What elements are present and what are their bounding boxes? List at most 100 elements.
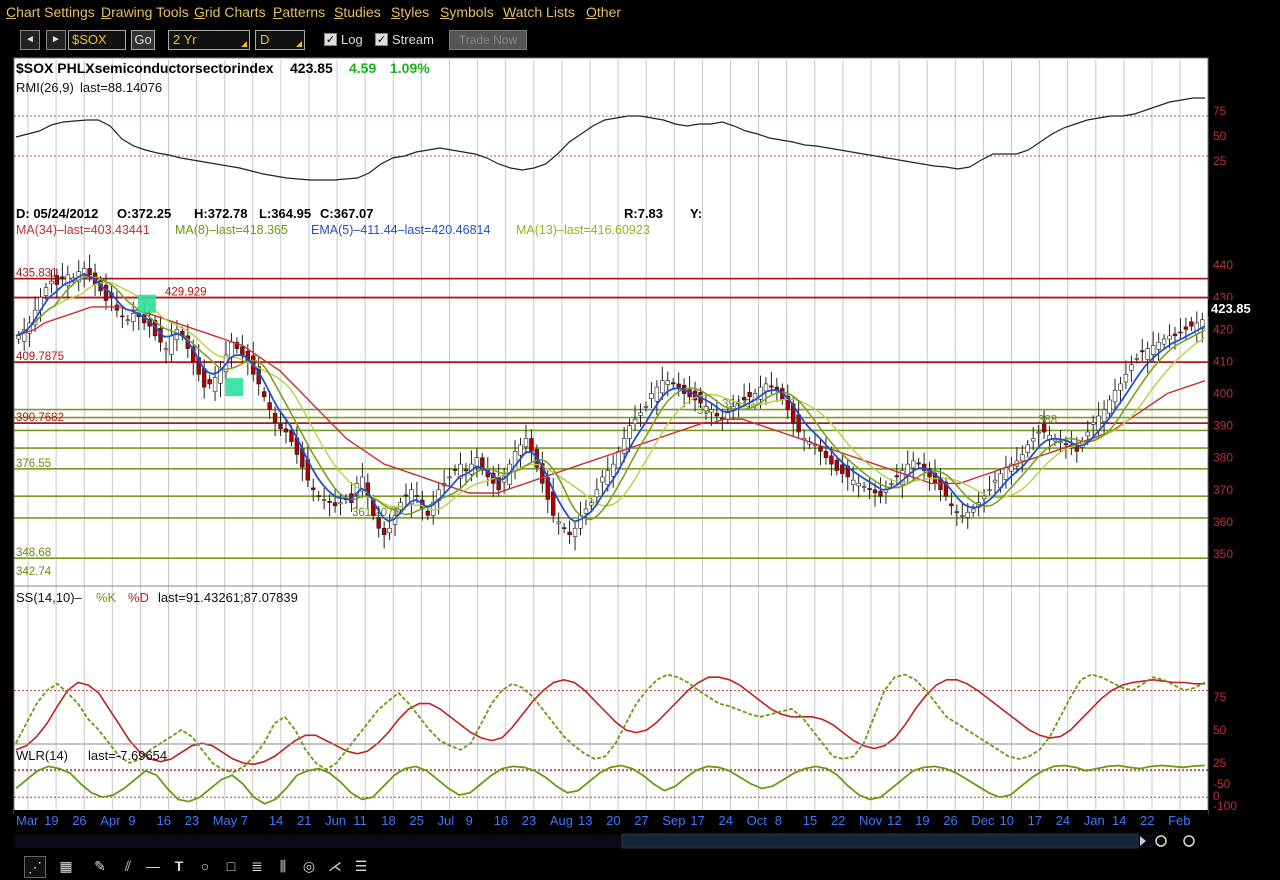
chart-area[interactable]: $SOX PHLXsemiconductorsectorindex 423.85… xyxy=(0,54,1280,850)
log-checkbox[interactable]: ✓ xyxy=(324,33,337,46)
x-tick-label: 26 xyxy=(943,813,957,828)
wlr-last: last=-7.69654 xyxy=(88,748,167,763)
d-legend: %D xyxy=(128,590,149,605)
candle-body xyxy=(709,409,714,413)
x-tick-label: 26 xyxy=(72,813,86,828)
list-tool-icon[interactable]: ☰ xyxy=(351,856,371,876)
x-tick-label: 22 xyxy=(1140,813,1154,828)
candle-body xyxy=(1112,390,1118,403)
channel-tool-icon[interactable]: ⫼ xyxy=(273,856,293,876)
candle-body xyxy=(660,380,665,394)
x-tick-label: 15 xyxy=(803,813,817,828)
trade-now-button[interactable]: Trade Now xyxy=(449,30,527,50)
text-tool-icon[interactable]: T xyxy=(169,856,189,876)
candle-body xyxy=(1107,399,1112,414)
candle-body xyxy=(829,455,834,465)
level-label: 348.68 xyxy=(16,547,51,559)
candle-body xyxy=(1178,331,1183,334)
candle-body xyxy=(643,406,649,408)
x-tick-label: 19 xyxy=(44,813,58,828)
candle-body xyxy=(201,368,207,388)
candle-body xyxy=(818,446,823,452)
candle-body xyxy=(970,508,976,513)
candle-body xyxy=(703,406,709,412)
candle-body xyxy=(131,313,136,322)
candle-body xyxy=(1030,438,1036,442)
rect-tool-icon[interactable]: □ xyxy=(221,856,241,876)
menu-symbols[interactable]: Symbols xyxy=(440,4,494,20)
candle-body xyxy=(1161,338,1167,345)
ma34-legend: MA(34)–last=403.43441 xyxy=(16,223,150,237)
candle-body xyxy=(425,510,430,516)
candle-body xyxy=(529,438,534,452)
candle-body xyxy=(1129,364,1134,371)
pencil-tool-icon[interactable]: ✎ xyxy=(90,856,110,876)
candle-body xyxy=(1156,341,1161,350)
menu-grid-charts[interactable]: Grid Charts xyxy=(194,4,266,20)
candle-body xyxy=(1189,321,1194,327)
symbol-title: $SOX PHLXsemiconductorsectorindex xyxy=(16,60,274,76)
price-change: 4.59 xyxy=(349,60,376,76)
candle-body xyxy=(229,341,234,358)
candle-body xyxy=(1063,443,1069,446)
candle-body xyxy=(311,487,316,491)
ema5-legend: EMA(5)–411.44–last=420.46814 xyxy=(311,223,490,237)
ss-tick-label: 25 xyxy=(1213,756,1227,770)
x-tick-label: 7 xyxy=(241,813,248,828)
scrollbar-thumb[interactable] xyxy=(621,833,1139,849)
menu-patterns[interactable]: Patterns xyxy=(273,4,325,20)
candle-body xyxy=(240,346,245,356)
candle-body xyxy=(769,385,774,388)
ma8-legend: MA(8)–last=418.365 xyxy=(175,223,288,237)
symbol-input[interactable]: $SOX xyxy=(68,30,126,50)
candle-body xyxy=(1025,444,1030,453)
rmi-tick-label: 75 xyxy=(1213,104,1227,118)
candle-body xyxy=(714,413,720,417)
fib-tool-icon[interactable]: ≣ xyxy=(247,856,267,876)
candle-body xyxy=(654,386,660,402)
hline-tool-icon[interactable]: — xyxy=(143,856,163,876)
menu-other[interactable]: Other xyxy=(586,4,621,20)
grid-view-icon[interactable]: ▦ xyxy=(56,856,76,876)
interval-dropdown[interactable]: D xyxy=(255,30,305,50)
y-readout: Y: xyxy=(690,206,702,221)
candle-body xyxy=(414,495,420,497)
rmi-tick-label: 25 xyxy=(1213,154,1227,168)
candle-body xyxy=(321,499,327,501)
menu-watch-lists[interactable]: Watch Lists xyxy=(503,4,575,20)
stream-checkbox[interactable]: ✓ xyxy=(375,33,388,46)
rmi-tick-label: 50 xyxy=(1213,129,1227,143)
x-tick-label: 20 xyxy=(606,813,620,828)
ellipse-tool-icon[interactable]: ○ xyxy=(195,856,215,876)
gann-tool-icon[interactable]: ◎ xyxy=(299,856,319,876)
candle-body xyxy=(523,438,529,448)
candle-body xyxy=(278,424,283,430)
candle-body xyxy=(43,287,49,296)
candle-body xyxy=(916,462,921,465)
forward-button[interactable]: ► xyxy=(46,30,66,50)
candle-body xyxy=(605,470,610,485)
r-readout: R:7.83 xyxy=(624,206,663,221)
candle-body xyxy=(261,391,267,398)
candle-body xyxy=(960,515,965,517)
go-button[interactable]: Go xyxy=(131,30,155,50)
menu-studies[interactable]: Studies xyxy=(334,4,381,20)
back-button[interactable]: ◄ xyxy=(20,30,40,50)
close-readout: C:367.07 xyxy=(320,206,373,221)
menu-chart-settings[interactable]: Chart Settings xyxy=(6,4,95,20)
cursor-tool-icon[interactable]: ⋰ xyxy=(24,856,46,878)
x-tick-label: Dec xyxy=(971,813,995,828)
candle-body xyxy=(583,508,589,514)
candle-body xyxy=(267,402,272,410)
period-dropdown[interactable]: 2 Yr xyxy=(168,30,250,50)
menu-drawing-tools[interactable]: Drawing Tools xyxy=(101,4,189,20)
menu-styles[interactable]: Styles xyxy=(391,4,429,20)
open-readout: O:372.25 xyxy=(117,206,171,221)
pitchfork-tool-icon[interactable]: ⋌ xyxy=(325,856,345,876)
candle-body xyxy=(589,502,594,506)
parallel-line-tool-icon[interactable]: ⫽ xyxy=(118,856,138,876)
stream-label: Stream xyxy=(392,32,434,47)
candle-body xyxy=(1167,335,1172,340)
candle-body xyxy=(1118,383,1123,391)
price-tick-label: 370 xyxy=(1213,483,1233,497)
